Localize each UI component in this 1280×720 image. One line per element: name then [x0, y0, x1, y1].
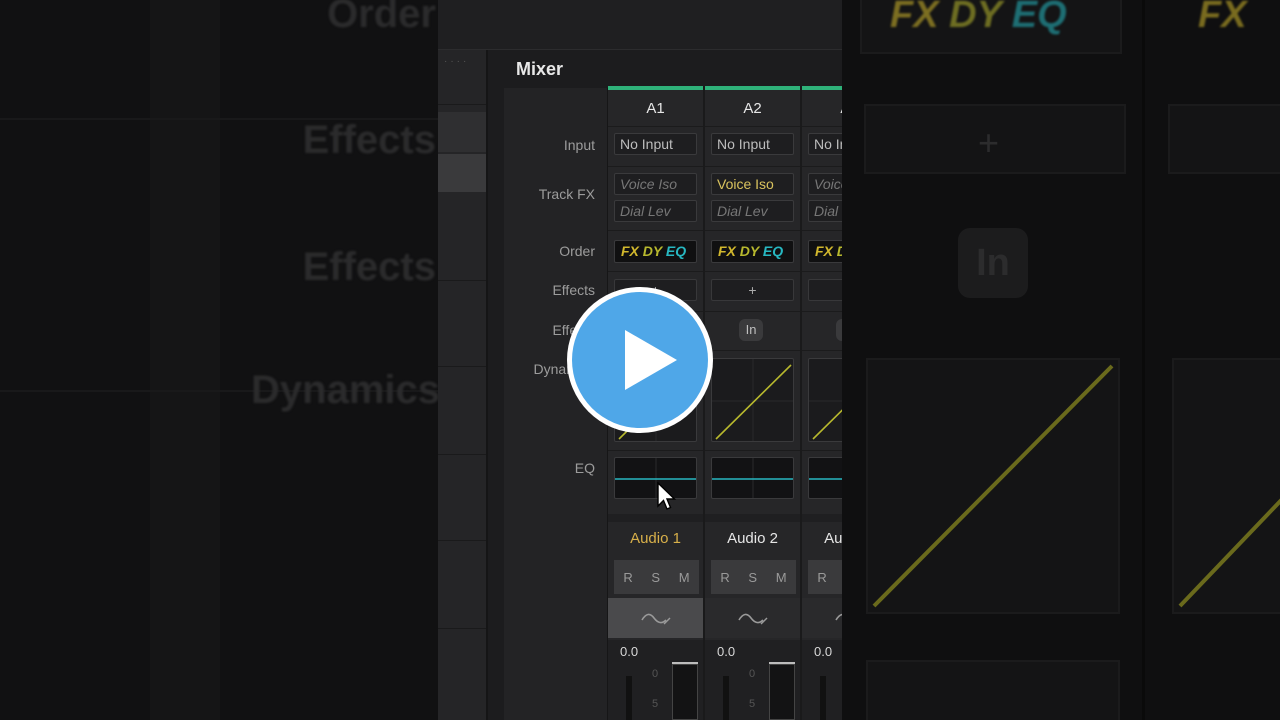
fader-value: 0.0 [814, 644, 833, 659]
mouse-cursor-icon [657, 482, 677, 510]
side-strip-block[interactable] [438, 112, 486, 152]
background-dynamics-curve-2 [1178, 498, 1280, 608]
background-order-text: FX DY EQ [890, 0, 1067, 36]
mixer-title: Mixer [516, 59, 564, 79]
side-strip-block[interactable] [438, 154, 486, 192]
track-name[interactable]: Audio 1 [608, 530, 703, 547]
top-bar [438, 0, 842, 50]
background-divider [1142, 0, 1145, 720]
channel-name: A1 [646, 100, 665, 117]
background-plus-icon: + [978, 122, 1000, 163]
row-label-eq: EQ [574, 460, 595, 476]
track-name[interactable]: Audio 3 [802, 530, 842, 547]
background-column [150, 0, 220, 720]
channel-active-indicator [608, 86, 703, 90]
record-button[interactable]: R [720, 570, 729, 585]
volume-fader[interactable] [723, 676, 729, 720]
play-button-circle [572, 292, 708, 428]
input-select[interactable]: No Input [614, 133, 697, 155]
order-selector[interactable]: FX DY EQ [711, 240, 794, 263]
eq-graph[interactable] [711, 457, 794, 499]
rsm-buttons: RSM [711, 560, 796, 594]
grip-icon: ···· [444, 56, 470, 67]
mute-button[interactable]: M [679, 570, 690, 585]
background-right: FX DY EQ FX + In [842, 0, 1280, 720]
track-fx-slot-2[interactable]: Dial Lev [711, 200, 794, 222]
input-select[interactable]: No Input [808, 133, 842, 155]
background-effects-cell-2 [1168, 104, 1280, 174]
effects-in-button[interactable]: In [836, 319, 842, 341]
channel-active-indicator [802, 86, 842, 90]
order-selector[interactable]: FX DY EQ [614, 240, 697, 263]
effects-in-button[interactable]: In [739, 319, 763, 341]
channel-name: A2 [743, 100, 762, 117]
add-effect-button[interactable]: + [711, 279, 794, 301]
row-label-input: Input [563, 137, 595, 153]
channel-name: A3 [802, 100, 842, 117]
background-order-text-2: FX [1198, 0, 1247, 36]
rsm-buttons: RSM [614, 560, 699, 594]
mixer-header: Mixer [504, 52, 842, 88]
pan-control[interactable] [705, 598, 800, 638]
track-fx-slot-1[interactable]: Voice Iso [808, 173, 842, 195]
row-label-track-fx: Track FX [538, 186, 595, 202]
waveform-icon [835, 613, 842, 621]
track-fx-slot-2[interactable]: Dial Lev [808, 200, 842, 222]
pan-control[interactable] [608, 598, 703, 638]
fader-value: 0.0 [620, 644, 639, 659]
background-word-effects-in: Effects [302, 245, 436, 289]
background-word-effects: Effects [302, 118, 436, 162]
background-word-order: Order [327, 0, 436, 36]
rsm-buttons: RSM [808, 560, 842, 594]
channel-strip: A2 No Input Voice Iso Dial Lev FX DY EQ + In Au… [705, 86, 802, 720]
mute-button[interactable]: M [776, 570, 787, 585]
track-name[interactable]: Audio 2 [705, 530, 800, 547]
solo-button[interactable]: S [651, 570, 660, 585]
record-button[interactable]: R [817, 570, 826, 585]
solo-button[interactable]: S [748, 570, 757, 585]
level-meter [672, 664, 698, 720]
background-left: Order Effects Effects Dynamics [0, 0, 438, 720]
volume-fader[interactable] [820, 676, 826, 720]
channel-strip: A3 No Input Voice Iso Dial Lev FX DY EQ + In Au… [802, 86, 842, 720]
pan-control[interactable] [802, 598, 842, 638]
meter-tick: 0 [652, 668, 659, 680]
side-strip: ···· [438, 50, 488, 720]
meter-tick: 5 [749, 698, 756, 710]
dynamics-graph[interactable] [808, 358, 842, 442]
row-label-effects: Effects [552, 282, 595, 298]
add-effect-button[interactable]: + [808, 279, 842, 301]
background-dynamics-curve [872, 364, 1114, 608]
input-select[interactable]: No Input [711, 133, 794, 155]
track-fx-slot-2[interactable]: Dial Lev [614, 200, 697, 222]
eq-graph[interactable] [808, 457, 842, 499]
waveform-icon [738, 613, 768, 625]
meter-tick: 0 [749, 668, 756, 680]
record-button[interactable]: R [623, 570, 632, 585]
level-meter [769, 664, 795, 720]
dynamics-graph[interactable] [711, 358, 794, 442]
volume-fader[interactable] [626, 676, 632, 720]
meter-tick: 5 [652, 698, 659, 710]
fader-value: 0.0 [717, 644, 736, 659]
play-button[interactable] [567, 287, 713, 433]
background-eq-cell [866, 660, 1120, 720]
order-selector[interactable]: FX DY EQ [808, 240, 842, 263]
track-fx-slot-1[interactable]: Voice Iso [711, 173, 794, 195]
track-fx-slot-1[interactable]: Voice Iso [614, 173, 697, 195]
background-word-dynamics: Dynamics [251, 368, 438, 412]
waveform-icon [641, 613, 671, 625]
channel-active-indicator [705, 86, 800, 90]
background-in-button: In [958, 228, 1028, 298]
play-icon [625, 330, 677, 390]
row-label-order: Order [559, 243, 595, 259]
